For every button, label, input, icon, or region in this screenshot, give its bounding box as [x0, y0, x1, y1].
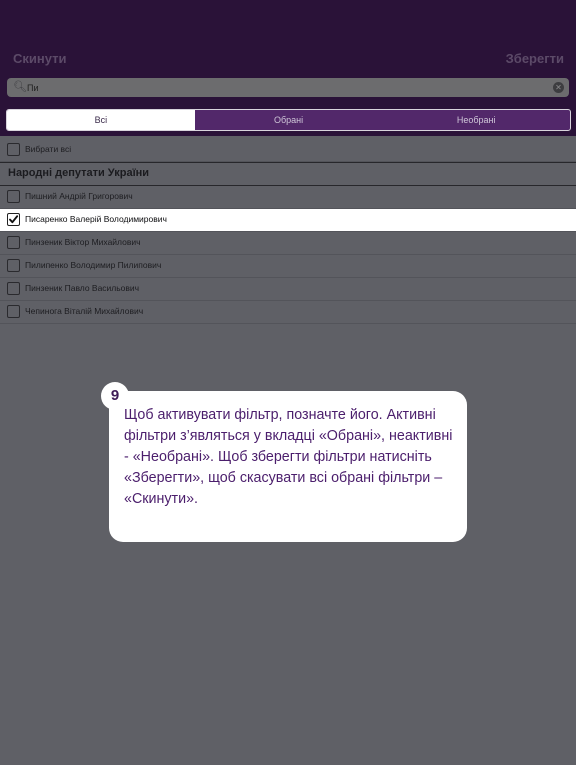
checkmark-icon — [9, 215, 19, 224]
save-button[interactable]: Зберегти — [506, 51, 564, 66]
item-label: Писаренко Валерій Володимирович — [25, 214, 167, 224]
callout-text: Щоб активувати фільтр, позначте його. Ак… — [124, 407, 453, 507]
item-checkbox[interactable] — [7, 305, 20, 318]
search-bar[interactable]: 🔍︎ ✕ — [7, 78, 569, 97]
step-number-badge: 9 — [101, 382, 129, 410]
list-item[interactable]: Пинзеник Павло Васильович — [0, 278, 576, 301]
item-label: Пинзеник Павло Васильович — [25, 283, 140, 293]
tab-all[interactable]: Всі — [7, 110, 195, 130]
tab-selected[interactable]: Обрані — [195, 110, 383, 130]
item-checkbox[interactable] — [7, 190, 20, 203]
select-all-row[interactable]: Вибрати всі — [0, 139, 576, 162]
item-checkbox-checked[interactable] — [7, 213, 20, 226]
list-item[interactable]: Чепинога Віталій Михайлович — [0, 301, 576, 324]
item-checkbox[interactable] — [7, 282, 20, 295]
list-item[interactable]: Пинзеник Віктор Михайлович — [0, 232, 576, 255]
top-bar: Скинути Зберегти 🔍︎ ✕ Всі Обрані Необран… — [0, 0, 576, 136]
tab-unselected[interactable]: Необрані — [382, 110, 570, 130]
clear-search-icon[interactable]: ✕ — [553, 82, 564, 93]
select-all-checkbox[interactable] — [7, 143, 20, 156]
filter-tabs: Всі Обрані Необрані — [6, 109, 571, 131]
item-label: Чепинога Віталій Михайлович — [25, 306, 144, 316]
section-header: Народні депутати України — [0, 162, 576, 186]
item-checkbox[interactable] — [7, 259, 20, 272]
item-label: Пишний Андрій Григорович — [25, 191, 133, 201]
deputies-list: Вибрати всі Народні депутати України Пиш… — [0, 139, 576, 324]
item-label: Пилипенко Володимир Пилипович — [25, 260, 162, 270]
section-title: Народні депутати України — [8, 167, 150, 179]
list-item[interactable]: Писаренко Валерій Володимирович — [0, 209, 576, 232]
list-item[interactable]: Пилипенко Володимир Пилипович — [0, 255, 576, 278]
item-checkbox[interactable] — [7, 236, 20, 249]
reset-button[interactable]: Скинути — [13, 51, 67, 66]
search-icon: 🔍︎ — [13, 81, 27, 93]
select-all-label: Вибрати всі — [25, 144, 72, 154]
list-item[interactable]: Пишний Андрій Григорович — [0, 186, 576, 209]
item-label: Пинзеник Віктор Михайлович — [25, 237, 141, 247]
tutorial-callout: Щоб активувати фільтр, позначте його. Ак… — [109, 391, 467, 542]
search-input[interactable] — [27, 80, 547, 95]
